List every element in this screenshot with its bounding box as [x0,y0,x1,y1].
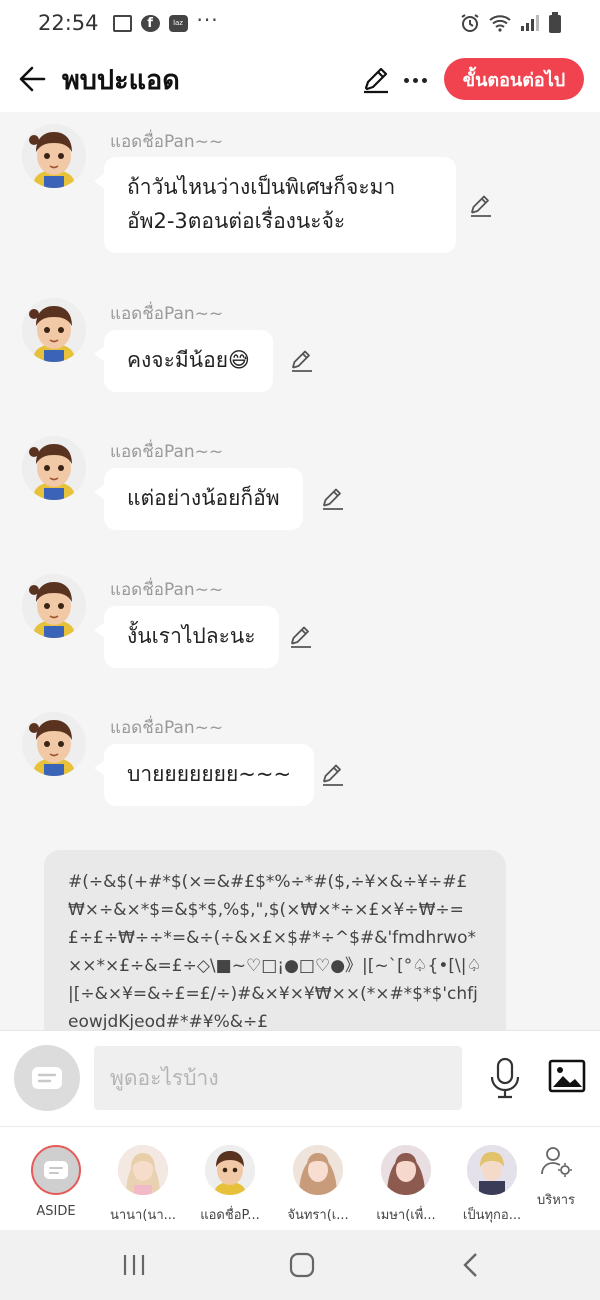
battery-icon [549,12,561,33]
avatar[interactable] [22,712,86,776]
aside-toggle-button[interactable] [14,1045,80,1111]
alarm-icon [461,14,479,32]
avatar [467,1145,517,1195]
edit-message-icon[interactable] [289,347,315,373]
edit-message-icon[interactable] [468,192,494,218]
character-item[interactable]: จันทรา(เ... [278,1145,358,1225]
recent-apps-icon [123,1255,145,1275]
message-text-line: อัพ2-3ตอนต่อเรื่องนะจ้ะ [127,209,346,233]
message-bubble[interactable]: งั้นเราไปละนะ [94,606,279,668]
sender-name: แอดชื่อPan~~ [110,442,224,462]
system-back-button[interactable] [450,1250,490,1280]
message-bubble[interactable]: ถ้าวันไหนว่างเป็นพิเศษก็จะมา อัพ2-3ตอนต่… [94,157,456,253]
top-app-bar: พบปะแอด ขั้นตอนต่อไป [0,46,600,112]
avatar [118,1145,168,1195]
avatar[interactable] [22,436,86,500]
avatar [205,1145,255,1195]
page-title: พบปะแอด [62,64,180,96]
chevron-left-icon [463,1253,477,1277]
microphone-icon[interactable] [488,1057,522,1099]
lazada-icon: laz [168,14,188,32]
image-attach-icon[interactable] [548,1059,586,1093]
message-bubble[interactable]: บายยยยยยย~~~ [93,744,315,806]
manage-label: บริหาร [536,1193,576,1208]
header-edit-button[interactable] [360,64,392,96]
message-text: แต่อย่างน้อยก็อัพ [127,486,280,510]
character-label: เป็นทุกอ... [462,1208,522,1223]
home-button[interactable] [282,1250,322,1280]
character-selector: ASIDE นานา(นา... แอดชื่อP... จันทรา(เ...… [0,1126,600,1230]
sender-name: แอดชื่อPan~~ [110,132,224,152]
avatar[interactable] [22,574,86,638]
narration-icon [44,1161,68,1179]
edit-message-icon[interactable] [320,485,346,511]
recent-apps-button[interactable] [114,1250,154,1280]
character-label: นานา(นา... [109,1208,177,1223]
avatar[interactable] [22,298,86,362]
message-text: คงจะมีน้อย😅 [127,348,250,372]
user-settings-icon [541,1147,572,1177]
next-step-button[interactable]: ขั้นตอนต่อไป [444,58,584,100]
message-bubble[interactable]: แต่อย่างน้อยก็อัพ [94,468,303,530]
character-aside[interactable]: ASIDE [16,1145,96,1219]
more-notifications-icon: ··· [196,7,219,32]
status-system-icons [460,12,562,34]
avatar [293,1145,343,1195]
signal-icon [521,15,539,31]
edit-message-icon[interactable] [320,761,346,787]
gallery-icon [112,14,132,32]
sender-name: แอดชื่อPan~~ [110,304,224,324]
narration-icon [32,1067,62,1089]
avatar[interactable] [22,124,86,188]
status-notification-icons: f laz ··· [112,7,219,32]
manage-characters-button[interactable]: บริหาร [528,1145,584,1210]
pencil-icon [364,67,388,94]
home-icon [289,1252,315,1278]
more-options-button[interactable] [402,64,428,96]
character-item[interactable]: นานา(นา... [103,1145,183,1225]
character-item[interactable]: แอดชื่อP... [190,1145,270,1225]
aside-avatar [31,1145,81,1195]
edit-message-icon[interactable] [288,623,314,649]
message-text-line: ถ้าวันไหนว่างเป็นพิเศษก็จะมา [127,175,396,199]
system-navigation-bar [0,1230,600,1300]
character-label: จันทรา(เ... [287,1208,349,1223]
back-arrow-icon [19,66,46,92]
message-composer [0,1030,600,1126]
sender-name: แอดชื่อPan~~ [110,718,224,738]
wifi-icon [489,15,511,32]
chat-message-list[interactable]: แอดชื่อPan~~ ถ้าวันไหนว่างเป็นพิเศษก็จะม… [0,112,600,1030]
status-bar: 22:54 f laz ··· [0,0,600,46]
sender-name: แอดชื่อPan~~ [110,580,224,600]
facebook-icon: f [140,14,160,32]
status-time: 22:54 [38,11,99,35]
character-item[interactable]: เป็นทุกอ... [452,1145,532,1225]
back-button[interactable] [2,49,62,109]
character-label: เมษา(เพื่... [376,1208,436,1223]
message-text: บายยยยยยย~~~ [127,762,292,786]
avatar [381,1145,431,1195]
message-bubble[interactable]: คงจะมีน้อย😅 [94,330,273,392]
message-input[interactable] [94,1046,462,1110]
aside-narration-message[interactable]: #(÷&$(+#*$(×=&#£$*%÷*#($,÷¥×&÷¥÷#£₩×÷&×*… [44,850,506,1030]
message-text: งั้นเราไปละนะ [127,624,256,648]
character-label: ASIDE [36,1204,76,1219]
character-item[interactable]: เมษา(เพื่... [366,1145,446,1225]
character-label: แอดชื่อP... [200,1208,260,1223]
